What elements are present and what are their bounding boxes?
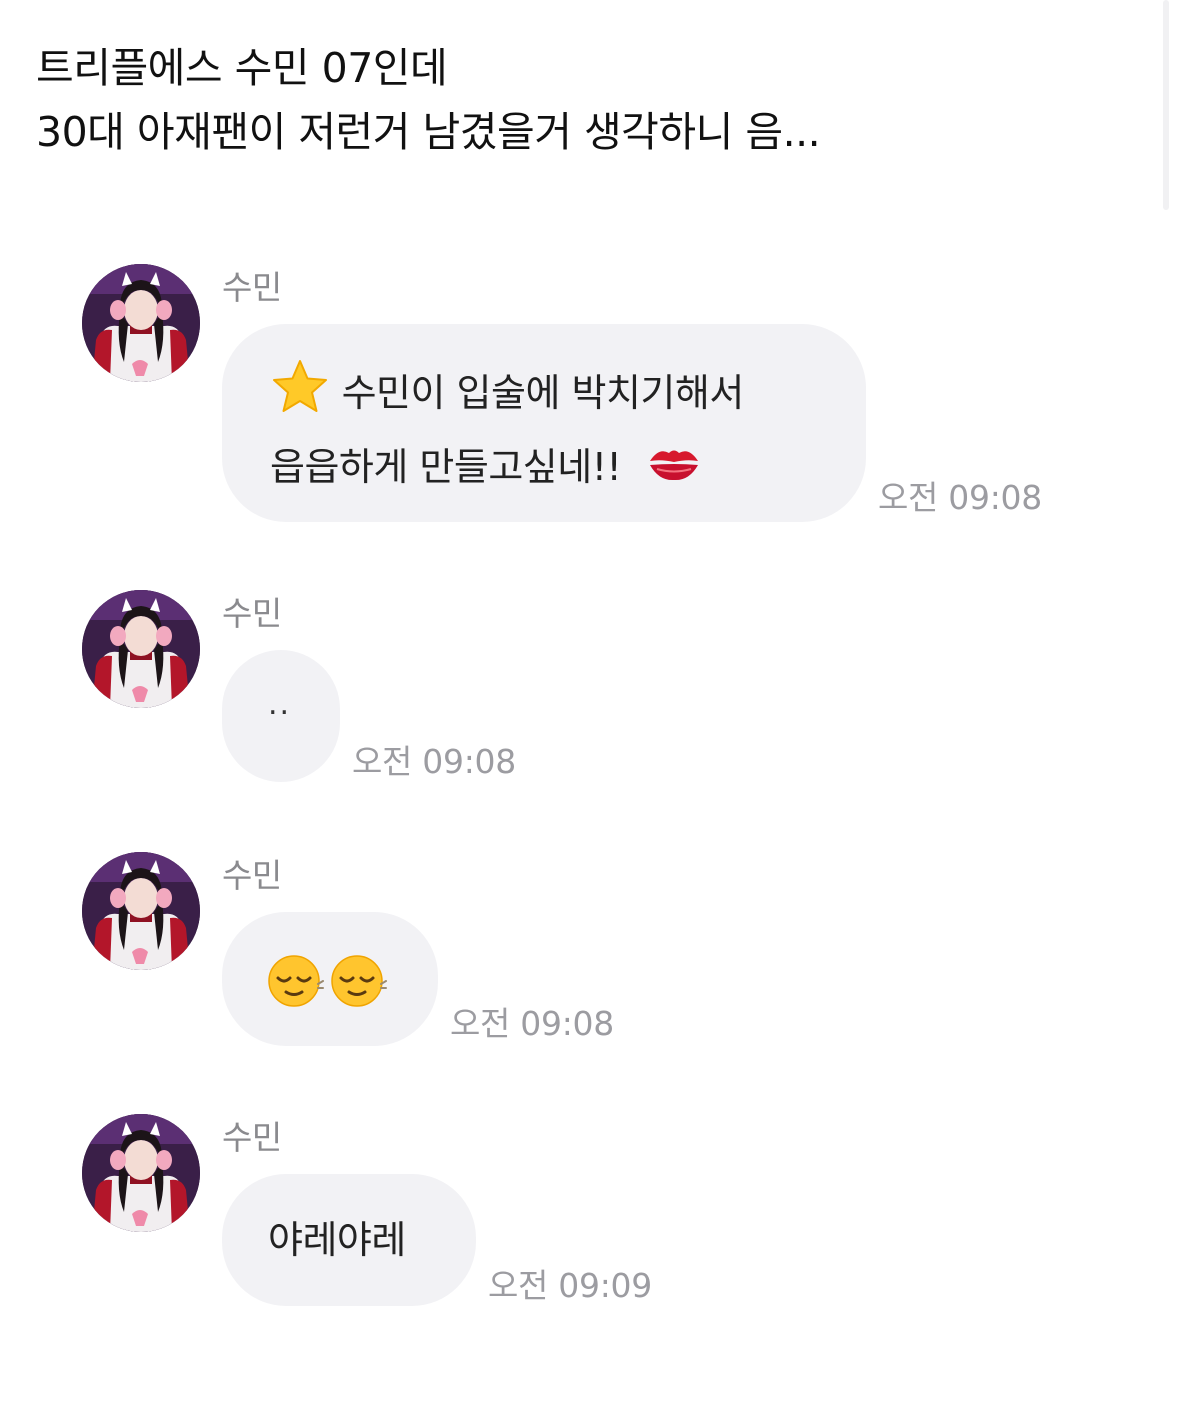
post-text-line-1: 트리플에스 수민 07인데	[36, 44, 448, 92]
message-text-line-2: 읍읍하게 만들고싶네!!	[270, 445, 622, 489]
message-bubble[interactable]	[222, 912, 438, 1046]
avatar[interactable]	[82, 1114, 200, 1232]
avatar-image	[82, 852, 200, 970]
message-text: 수민이 입술에 박치기해서	[270, 358, 866, 433]
message-text: 야레야레	[268, 1218, 406, 1262]
star-emoji	[270, 358, 330, 433]
message-bubble[interactable]: ..	[222, 650, 340, 782]
sender-name: 수민	[222, 268, 282, 307]
scrollbar[interactable]	[1163, 0, 1169, 210]
avatar-image	[82, 1114, 200, 1232]
avatar-image	[82, 590, 200, 708]
avatar-image	[82, 264, 200, 382]
message-text-line-1: 수민이 입술에 박치기해서	[341, 371, 745, 415]
sender-name: 수민	[222, 594, 282, 633]
avatar[interactable]	[82, 264, 200, 382]
timestamp: 오전 09:08	[352, 742, 516, 781]
message-text: 읍읍하게 만들고싶네!!	[270, 435, 866, 502]
avatar[interactable]	[82, 590, 200, 708]
message-text: ..	[268, 687, 292, 722]
post-text-line-2: 30대 아재팬이 저런거 남겼을거 생각하니 음...	[36, 108, 821, 156]
sender-name: 수민	[222, 1118, 282, 1157]
message-bubble[interactable]: 야레야레	[222, 1174, 476, 1306]
kiss-mark-emoji	[647, 438, 701, 502]
avatar[interactable]	[82, 852, 200, 970]
timestamp: 오전 09:08	[450, 1004, 614, 1043]
post-text: 트리플에스 수민 07인데 30대 아재팬이 저런거 남겼을거 생각하니 음..…	[36, 36, 1136, 164]
relieved-face-emoji	[331, 954, 388, 1012]
message-bubble[interactable]: 수민이 입술에 박치기해서 읍읍하게 만들고싶네!!	[222, 324, 866, 522]
timestamp: 오전 09:08	[878, 478, 1042, 517]
relieved-face-emoji	[268, 954, 324, 1012]
timestamp: 오전 09:09	[488, 1266, 652, 1305]
sender-name: 수민	[222, 856, 282, 895]
